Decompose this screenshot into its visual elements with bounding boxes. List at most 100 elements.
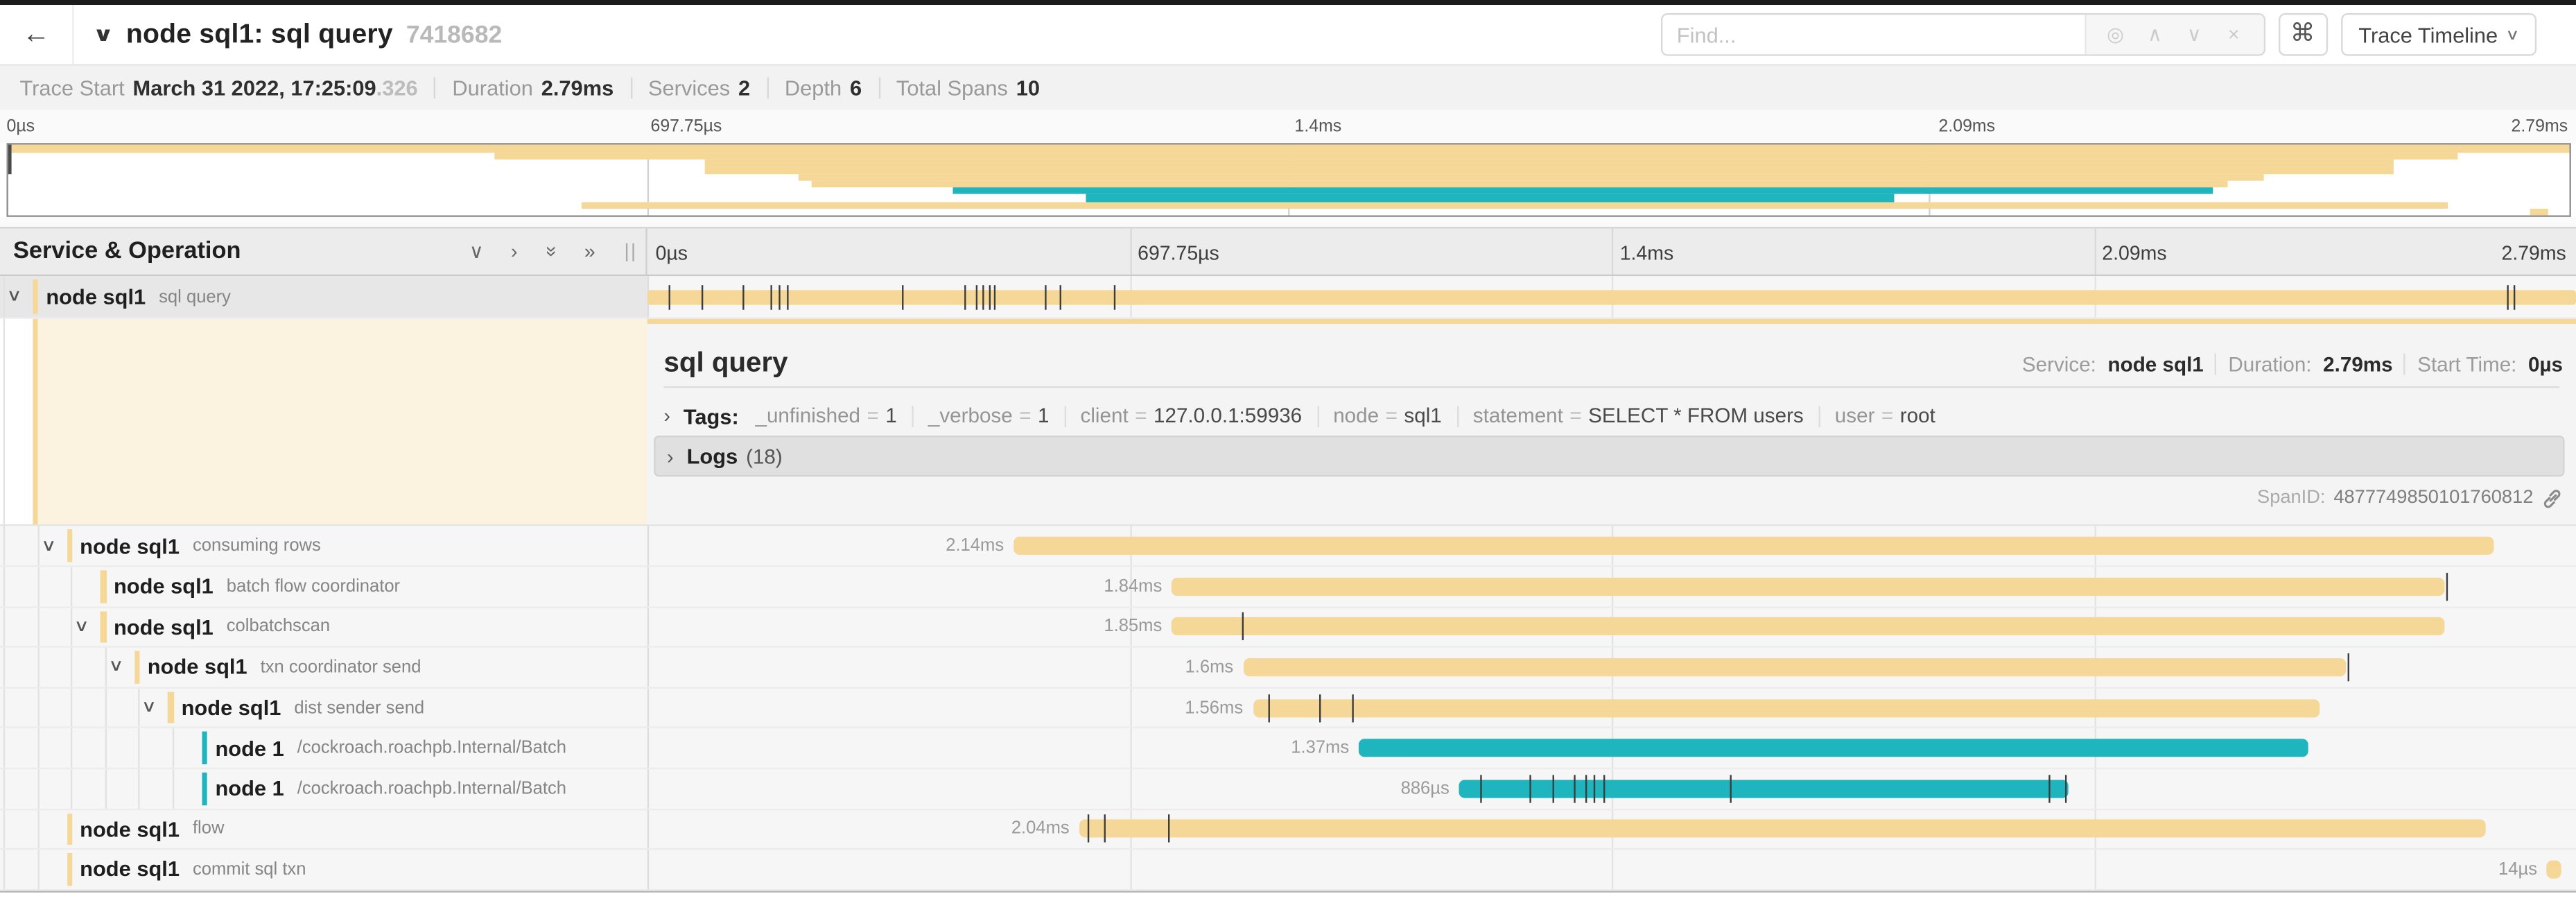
span-timeline-cell[interactable]: 2.04ms bbox=[647, 809, 2576, 848]
detail-divider bbox=[663, 386, 2559, 388]
duration-label: Duration: bbox=[2228, 353, 2311, 376]
prev-result-icon[interactable]: ∧ bbox=[2135, 24, 2175, 46]
log-marker bbox=[668, 284, 670, 309]
span-bar[interactable] bbox=[2547, 860, 2560, 878]
log-marker bbox=[902, 284, 903, 309]
tag-value: sql1 bbox=[1404, 405, 1441, 428]
row-collapse-icon[interactable]: ∨ bbox=[142, 688, 158, 727]
log-marker bbox=[1585, 775, 1586, 802]
span-row[interactable]: ∨node sql1colbatchscan1.85ms bbox=[0, 608, 2576, 648]
span-row[interactable]: node 1/cockroach.roachpb.Internal/Batch8… bbox=[0, 769, 2576, 809]
log-marker bbox=[995, 284, 996, 309]
tag-divider bbox=[1317, 406, 1319, 427]
span-tree-cell[interactable]: node sql1batch flow coordinator bbox=[0, 567, 647, 606]
indent-guide bbox=[71, 688, 72, 727]
span-bar[interactable] bbox=[1253, 698, 2320, 716]
span-row[interactable]: node 1/cockroach.roachpb.Internal/Batch1… bbox=[0, 729, 2576, 769]
collapse-all-icon[interactable]: » bbox=[541, 242, 564, 261]
ruler-tick-label: 697.75µs bbox=[1138, 242, 1219, 265]
span-bar[interactable] bbox=[647, 289, 2576, 304]
log-marker bbox=[1087, 815, 1088, 843]
view-selector-button[interactable]: Trace Timeline ∨ bbox=[2340, 14, 2536, 57]
indent-guide bbox=[71, 648, 72, 687]
span-row[interactable]: ∨node sql1dist sender send 1.56ms bbox=[0, 688, 2576, 728]
span-timeline-cell[interactable]: 1.85ms bbox=[647, 608, 2576, 646]
span-tree-cell[interactable]: node 1/cockroach.roachpb.Internal/Batch bbox=[0, 769, 647, 808]
span-timeline-cell[interactable]: 14µs bbox=[647, 850, 2576, 889]
expand-logs-icon[interactable]: › bbox=[667, 445, 673, 467]
span-tree-cell[interactable]: node sql1flow bbox=[0, 809, 647, 848]
indent-guide bbox=[71, 729, 72, 768]
row-collapse-icon[interactable]: ∨ bbox=[74, 608, 90, 646]
back-arrow-icon: ← bbox=[22, 19, 50, 51]
tags-row[interactable]: › Tags: _unfinished=1_verbose=1client=12… bbox=[663, 404, 1935, 429]
trace-minimap[interactable] bbox=[6, 144, 2570, 218]
span-timeline-cell[interactable] bbox=[647, 277, 2576, 317]
expand-tags-icon[interactable]: › bbox=[663, 405, 670, 428]
span-row[interactable]: node sql1commit sql txn14µs bbox=[0, 850, 2576, 891]
trace-title: node sql1: sql query bbox=[126, 19, 393, 51]
indent-guide bbox=[3, 809, 5, 848]
span-timeline-cell[interactable]: 2.14ms bbox=[647, 526, 2576, 565]
span-bar[interactable] bbox=[1359, 739, 2308, 757]
minimap-axis: 0µs697.75µs1.4ms2.09ms2.79ms bbox=[0, 111, 2576, 144]
span-tree-cell[interactable]: ∨node sql1colbatchscan bbox=[0, 608, 647, 646]
span-bar[interactable] bbox=[1172, 618, 2444, 636]
minimap-drag-handle[interactable] bbox=[8, 145, 12, 173]
span-bar[interactable] bbox=[1243, 658, 2346, 676]
span-tree-cell[interactable]: ∨node sql1consuming rows bbox=[0, 526, 647, 565]
service-name: node sql1 bbox=[80, 533, 180, 558]
span-tree-cell[interactable]: ∨node sql1sql query bbox=[0, 277, 647, 317]
log-marker bbox=[1552, 775, 1554, 802]
log-marker bbox=[771, 284, 772, 309]
copy-link-icon[interactable] bbox=[2541, 488, 2563, 510]
stat-label: Depth bbox=[785, 76, 842, 101]
indent-guide bbox=[105, 729, 106, 768]
indent-guide bbox=[3, 319, 5, 525]
span-timeline-cell[interactable]: 1.56ms bbox=[647, 688, 2576, 727]
span-row[interactable]: node sql1flow2.04ms bbox=[0, 809, 2576, 850]
span-timeline-cell[interactable]: 1.6ms bbox=[647, 648, 2576, 687]
span-tree-cell[interactable]: node 1/cockroach.roachpb.Internal/Batch bbox=[0, 729, 647, 768]
span-tree-cell[interactable]: ∨node sql1dist sender send bbox=[0, 688, 647, 727]
log-marker bbox=[2065, 775, 2066, 802]
indent-guide bbox=[37, 567, 39, 606]
span-timeline-cell[interactable]: 886µs bbox=[647, 769, 2576, 808]
span-tree-cell[interactable]: node sql1commit sql txn bbox=[0, 850, 647, 889]
span-bar[interactable] bbox=[1013, 537, 2493, 555]
span-tree-cell[interactable]: ∨node sql1txn coordinator send bbox=[0, 648, 647, 687]
span-detail-bar bbox=[647, 319, 2576, 325]
panel-resizer-grip[interactable] bbox=[626, 244, 634, 262]
logs-section[interactable]: › Logs (18) bbox=[654, 436, 2564, 477]
expand-one-icon[interactable]: › bbox=[505, 241, 524, 264]
span-bar[interactable] bbox=[1172, 578, 2444, 596]
row-collapse-icon[interactable]: ∨ bbox=[6, 277, 22, 317]
span-row[interactable]: ∨node sql1consuming rows2.14ms bbox=[0, 526, 2576, 567]
trace-collapse-icon[interactable]: ∨ bbox=[92, 24, 114, 46]
find-input[interactable] bbox=[1662, 15, 2084, 55]
span-timeline-cell[interactable]: 1.84ms bbox=[647, 567, 2576, 606]
next-result-icon[interactable]: ∨ bbox=[2175, 24, 2214, 46]
row-collapse-icon[interactable]: ∨ bbox=[108, 648, 124, 687]
expand-all-icon[interactable]: » bbox=[580, 241, 600, 264]
indent-guide bbox=[3, 526, 5, 565]
keyboard-shortcuts-button[interactable]: ⌘ bbox=[2278, 14, 2327, 57]
service-name: node 1 bbox=[215, 776, 284, 801]
collapse-one-icon[interactable]: ∨ bbox=[467, 241, 486, 264]
ruler-divider bbox=[2094, 229, 2095, 275]
span-bar[interactable] bbox=[1459, 780, 2069, 798]
row-collapse-icon[interactable]: ∨ bbox=[40, 526, 56, 565]
ruler-divider bbox=[1612, 229, 1613, 275]
indent-guide bbox=[3, 850, 5, 889]
tag-value: 1 bbox=[885, 405, 896, 428]
span-row[interactable]: ∨node sql1txn coordinator send1.6ms bbox=[0, 648, 2576, 688]
clear-search-icon[interactable]: × bbox=[2214, 24, 2254, 46]
span-bar[interactable] bbox=[1079, 820, 2485, 838]
ruler-divider bbox=[1129, 229, 1131, 275]
span-row[interactable]: ∨node sql1sql query bbox=[0, 277, 2576, 318]
span-row[interactable]: node sql1batch flow coordinator1.84ms bbox=[0, 567, 2576, 608]
span-duration-label: 1.56ms bbox=[1185, 698, 1253, 717]
match-highlight-icon[interactable]: ◎ bbox=[2096, 24, 2135, 46]
back-button[interactable]: ← bbox=[0, 6, 74, 64]
span-timeline-cell[interactable]: 1.37ms bbox=[647, 729, 2576, 768]
